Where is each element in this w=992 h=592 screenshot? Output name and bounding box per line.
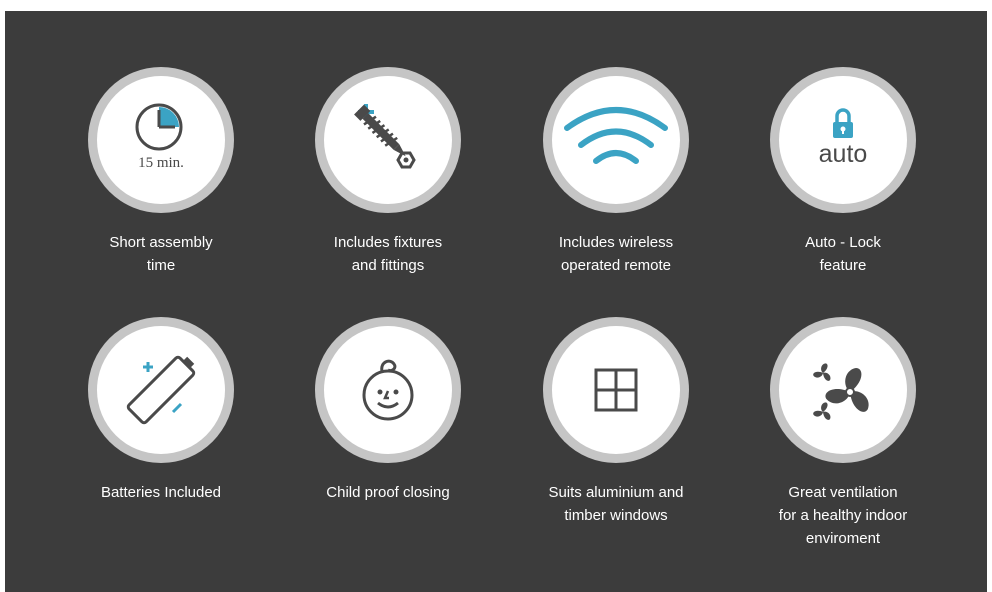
- feature-icon-badge: [543, 317, 689, 463]
- auto-label: auto: [819, 140, 868, 168]
- caption-line: feature: [819, 257, 867, 274]
- feature-caption: Includes fixtures and fittings: [288, 231, 488, 277]
- clock-icon: 15 min.: [135, 103, 184, 171]
- feature-caption: Batteries Included: [61, 481, 261, 504]
- lock-icon: auto: [819, 108, 868, 168]
- feature-icon-badge: [543, 67, 689, 213]
- fan-icon: [813, 363, 869, 420]
- screw-icon: [354, 104, 416, 169]
- clock-duration-label: 15 min.: [138, 155, 184, 171]
- feature-caption: Child proof closing: [288, 481, 488, 504]
- caption-line: operated remote: [560, 257, 672, 274]
- caption-line: Includes fixtures: [333, 234, 443, 251]
- caption-line: Great ventilation: [788, 484, 898, 501]
- feature-caption: Includes wireless operated remote: [516, 231, 716, 277]
- feature-caption: Great ventilation for a healthy indoor e…: [743, 481, 943, 550]
- baby-face-icon: [362, 359, 414, 421]
- caption-line: Auto - Lock: [805, 234, 881, 251]
- caption-line: Suits aluminium and: [548, 484, 684, 501]
- caption-line: Includes wireless: [558, 234, 674, 251]
- feature-icon-badge: [88, 317, 234, 463]
- caption-line: for a healthy indoor: [778, 507, 908, 524]
- caption-line: timber windows: [564, 507, 668, 524]
- window-icon: [594, 368, 638, 412]
- caption-line: and fittings: [351, 257, 425, 274]
- caption-line: enviroment: [805, 530, 881, 547]
- feature-icon-badge: [315, 317, 461, 463]
- battery-icon: [126, 355, 196, 425]
- features-panel: 15 min. Short assembly time Includes fix…: [5, 11, 987, 592]
- feature-icon-badge: 15 min.: [88, 67, 234, 213]
- feature-icon-badge: [770, 317, 916, 463]
- caption-line: time: [146, 257, 176, 274]
- feature-icon-badge: [315, 67, 461, 213]
- caption-line: Batteries Included: [100, 484, 222, 501]
- feature-icon-badge: auto: [770, 67, 916, 213]
- caption-line: Child proof closing: [326, 484, 450, 501]
- wireless-icon: [564, 107, 668, 164]
- feature-caption: Short assembly time: [61, 231, 261, 277]
- feature-caption: Auto - Lock feature: [743, 231, 943, 277]
- caption-line: Short assembly: [109, 234, 213, 251]
- feature-caption: Suits aluminium and timber windows: [516, 481, 716, 527]
